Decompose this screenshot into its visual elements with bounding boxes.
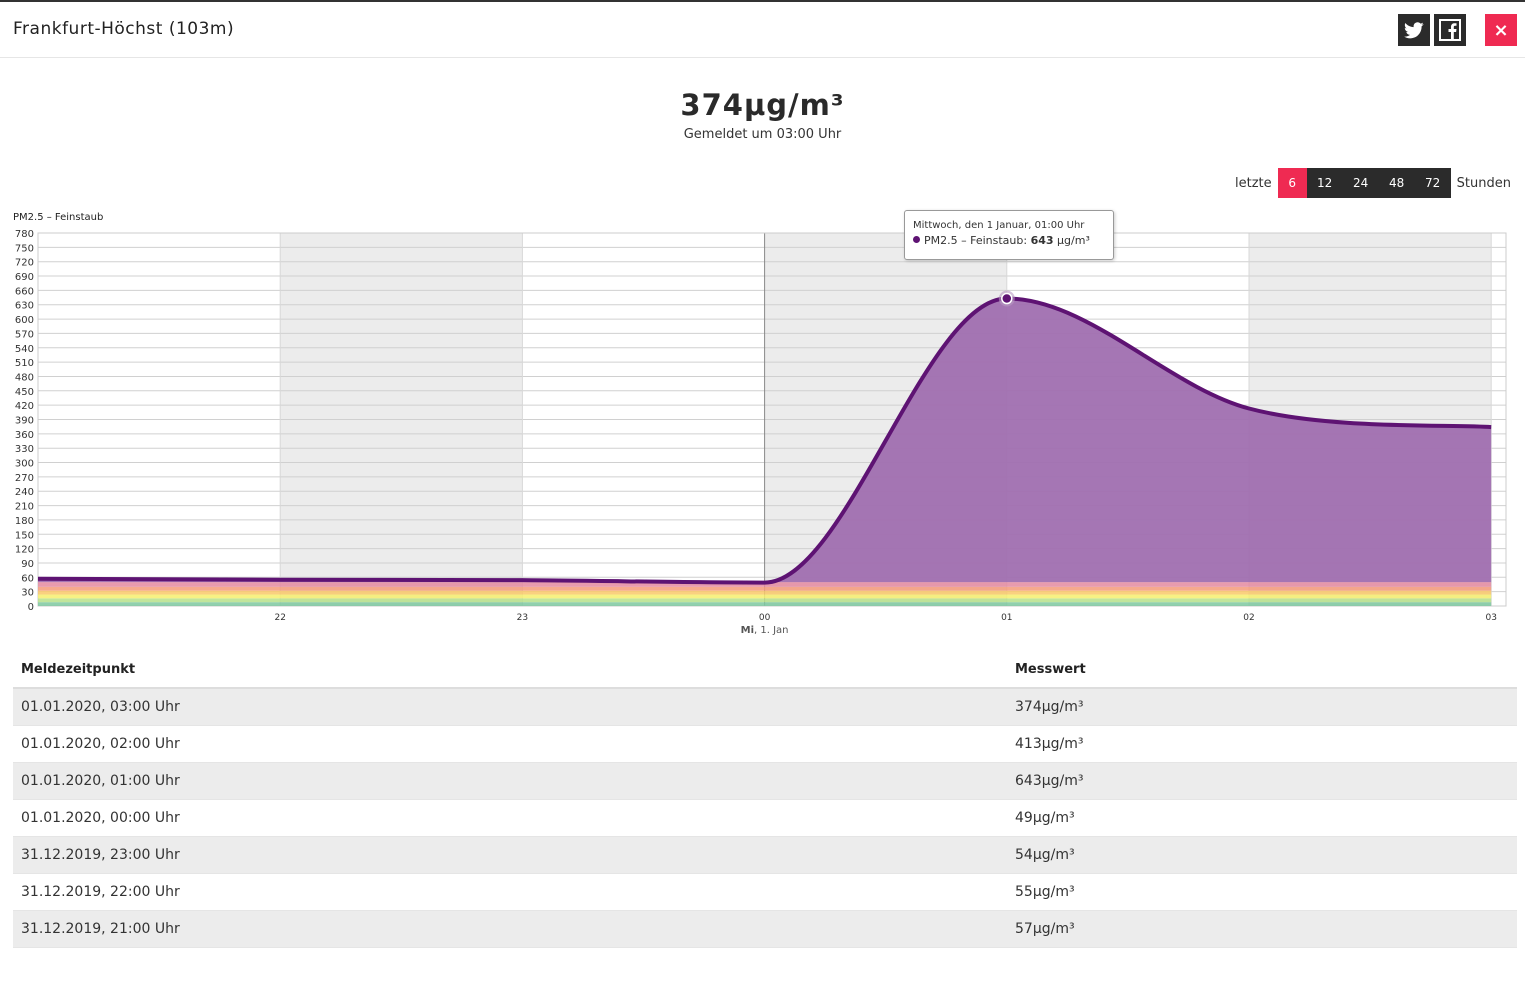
- header-time: Meldezeitpunkt: [21, 662, 136, 677]
- row-value: 374µg/m³: [1015, 699, 1084, 715]
- y-tick-label: 90: [21, 559, 34, 570]
- y-tick-label: 360: [15, 430, 34, 441]
- row-value: 57µg/m³: [1015, 921, 1075, 937]
- hover-point: [1001, 292, 1013, 305]
- y-tick-label: 600: [15, 315, 34, 326]
- reported-time: Gemeldet um 03:00 Uhr: [683, 127, 842, 142]
- twitter-share-button[interactable]: [1398, 14, 1430, 46]
- tooltip-date: Mittwoch, den 1 Januar, 01:00 Uhr: [913, 220, 1085, 231]
- table-row: 01.01.2020, 02:00 Uhr 413µg/m³: [13, 726, 1517, 763]
- y-tick-label: 0: [28, 602, 34, 613]
- aqi-band: [38, 598, 1492, 603]
- y-tick-label: 390: [15, 416, 34, 427]
- y-tick-label: 300: [15, 459, 34, 470]
- row-value: 49µg/m³: [1015, 810, 1075, 826]
- chart-tooltip: Mittwoch, den 1 Januar, 01:00 Uhr PM2.5 …: [904, 210, 1114, 260]
- y-tick-label: 150: [15, 530, 34, 541]
- table-row: 01.01.2020, 03:00 Uhr 374µg/m³: [13, 689, 1517, 726]
- y-tick-label: 540: [15, 344, 34, 355]
- y-tick-label: 570: [15, 329, 34, 340]
- row-value: 55µg/m³: [1015, 884, 1075, 900]
- y-tick-label: 690: [15, 272, 34, 283]
- x-tick-label: 23: [517, 613, 528, 623]
- pm25-chart[interactable]: 0306090120150180210240270300330360390420…: [0, 205, 1525, 645]
- y-tick-label: 60: [21, 573, 34, 584]
- series-dot-icon: [913, 236, 920, 243]
- modal-header: Frankfurt-Höchst (103m) ×: [0, 2, 1525, 58]
- table-body: 01.01.2020, 03:00 Uhr 374µg/m³ 01.01.202…: [13, 689, 1517, 948]
- row-value: 413µg/m³: [1015, 736, 1084, 752]
- y-tick-label: 630: [15, 301, 34, 312]
- y-tick-label: 270: [15, 473, 34, 484]
- aqi-band: [38, 602, 1492, 606]
- tooltip-value-line: PM2.5 – Feinstaub: 643 µg/m³: [913, 234, 1113, 247]
- chart-container: 0 30 60 90 120 150 180 210 240 270 300 330 360 390 420…: [0, 205, 1525, 645]
- x-tick-label: 01: [1001, 613, 1012, 623]
- table-row: 01.01.2020, 01:00 Uhr 643µg/m³: [13, 763, 1517, 800]
- station-title: Frankfurt-Höchst (103m): [13, 19, 235, 39]
- x-tick-label: 03: [1485, 613, 1496, 623]
- table-row: 31.12.2019, 22:00 Uhr 55µg/m³: [13, 874, 1517, 911]
- row-time: 01.01.2020, 02:00 Uhr: [21, 736, 180, 752]
- range-button-48[interactable]: 48: [1378, 168, 1415, 198]
- y-tick-label: 720: [15, 258, 34, 269]
- row-value: 643µg/m³: [1015, 773, 1084, 789]
- y-tick-label: 210: [15, 502, 34, 513]
- y-tick-label: 420: [15, 401, 34, 412]
- row-time: 31.12.2019, 21:00 Uhr: [21, 921, 180, 937]
- x-tick-label: 00: [759, 613, 771, 623]
- row-time: 01.01.2020, 03:00 Uhr: [21, 699, 180, 715]
- y-tick-label: 660: [15, 286, 34, 297]
- aqi-band: [38, 594, 1492, 599]
- time-range-selector: letzte 6 12 24 48 72 Stunden: [1229, 168, 1517, 198]
- x-tick-label: 22: [274, 613, 285, 623]
- y-tick-label: 330: [15, 444, 34, 455]
- close-icon: ×: [1493, 19, 1509, 41]
- x-date-label: Mi, 1. Jan: [741, 625, 789, 636]
- aqi-band: [38, 586, 1492, 591]
- table-row: 31.12.2019, 23:00 Uhr 54µg/m³: [13, 837, 1517, 874]
- y-tick-label: 480: [15, 372, 34, 383]
- row-time: 01.01.2020, 01:00 Uhr: [21, 773, 180, 789]
- row-time: 01.01.2020, 00:00 Uhr: [21, 810, 180, 826]
- close-button[interactable]: ×: [1485, 14, 1517, 46]
- row-time: 31.12.2019, 22:00 Uhr: [21, 884, 180, 900]
- y-tick-label: 240: [15, 487, 34, 498]
- range-suffix: Stunden: [1456, 175, 1511, 191]
- tooltip-value: 643: [1030, 234, 1054, 247]
- table-row: 01.01.2020, 00:00 Uhr 49µg/m³: [13, 800, 1517, 837]
- range-button-72[interactable]: 72: [1414, 168, 1451, 198]
- y-tick-label: 180: [15, 516, 34, 527]
- range-button-6[interactable]: 6: [1277, 168, 1307, 198]
- range-prefix: letzte: [1235, 175, 1272, 191]
- row-value: 54µg/m³: [1015, 847, 1075, 863]
- table-row: 31.12.2019, 21:00 Uhr 57µg/m³: [13, 911, 1517, 948]
- tooltip-unit: µg/m³: [1057, 234, 1090, 247]
- tooltip-series: PM2.5 – Feinstaub:: [924, 234, 1028, 247]
- header-value: Messwert: [1015, 662, 1086, 677]
- current-value: 374µg/m³: [680, 88, 845, 122]
- measurements-table: Meldezeitpunkt Messwert 01.01.2020, 03:0…: [13, 651, 1517, 948]
- y-tick-label: 30: [21, 588, 34, 599]
- y-tick-label: 450: [15, 387, 34, 398]
- facebook-share-button[interactable]: [1434, 14, 1466, 46]
- y-tick-label: 120: [15, 545, 34, 556]
- table-header: Meldezeitpunkt Messwert: [13, 651, 1517, 689]
- chart-title: PM2.5 – Feinstaub: [13, 212, 103, 223]
- y-tick-label: 780: [15, 229, 34, 240]
- x-tick-label: 02: [1243, 613, 1254, 623]
- range-button-24[interactable]: 24: [1342, 168, 1379, 198]
- row-time: 31.12.2019, 23:00 Uhr: [21, 847, 180, 863]
- y-tick-label: 510: [15, 358, 34, 369]
- twitter-icon: [1404, 21, 1424, 38]
- facebook-icon: [1439, 19, 1461, 41]
- range-button-12[interactable]: 12: [1306, 168, 1343, 198]
- y-tick-label: 750: [15, 243, 34, 254]
- aqi-band: [38, 590, 1492, 595]
